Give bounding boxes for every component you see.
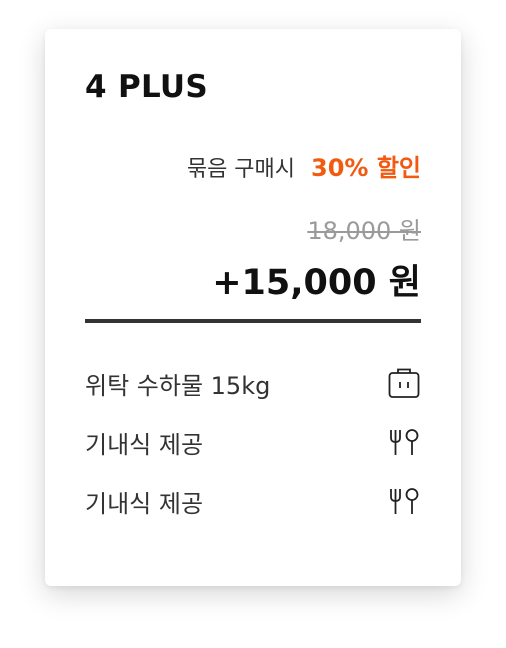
fork-spoon-icon (387, 425, 421, 459)
price-divider (85, 319, 421, 323)
feature-label: 기내식 제공 (85, 489, 204, 518)
final-price: +15,000 원 (212, 263, 421, 303)
feature-label: 위탁 수하물 15kg (85, 371, 271, 400)
feature-item-baggage: 위탁 수하물 15kg (85, 366, 421, 400)
fare-option-card[interactable]: 4 PLUS 묶음 구매시 30% 할인 18,000 원 +15,000 원 … (45, 29, 461, 586)
feature-item-meal: 기내식 제공 (85, 425, 421, 459)
bundle-discount-row: 묶음 구매시 30% 할인 (187, 148, 421, 183)
bundle-purchase-label: 묶음 구매시 (186, 157, 296, 182)
fork-spoon-icon (387, 484, 421, 518)
feature-item-meal: 기내식 제공 (85, 484, 421, 518)
luggage-icon (387, 366, 421, 400)
feature-label: 기내식 제공 (85, 430, 204, 459)
original-price: 18,000 원 (307, 217, 421, 245)
plan-title: 4 PLUS (85, 69, 209, 105)
discount-badge: 30% 할인 (311, 154, 421, 182)
